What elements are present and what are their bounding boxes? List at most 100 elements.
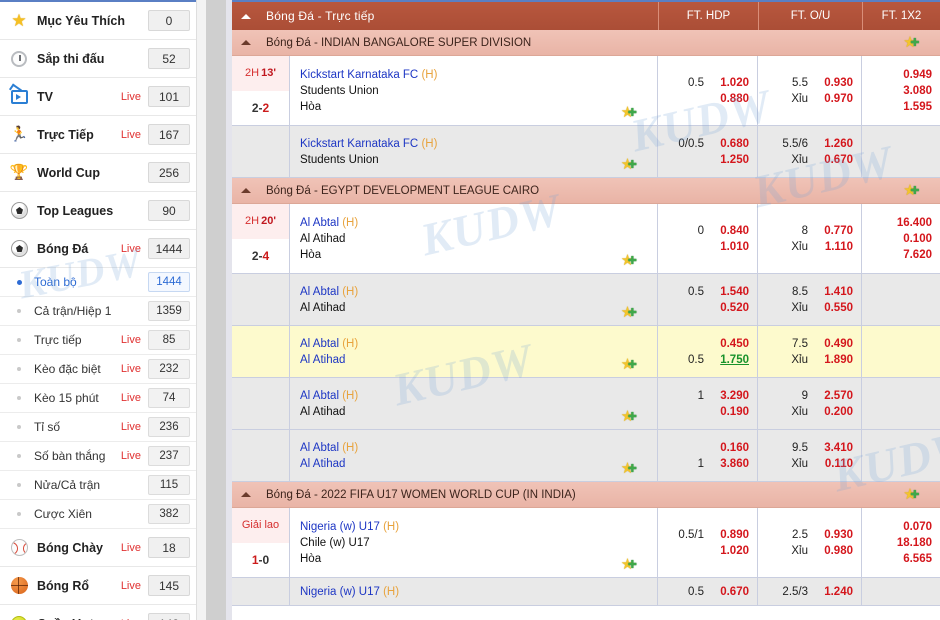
add-match-favorite-icon[interactable]: ★ ✚ [621,253,637,268]
add-match-favorite-icon[interactable]: ★ ✚ [621,105,637,120]
add-match-favorite-icon[interactable]: ★ ✚ [621,357,637,372]
odd-line[interactable]: 1.020 [662,543,749,559]
odds-value[interactable]: 0.550 [815,300,853,316]
add-match-favorite-icon[interactable]: ★ ✚ [621,409,637,424]
league-collapse-toggle[interactable] [232,492,260,497]
away-team-name[interactable]: Students Union [300,152,598,168]
odd-line[interactable]: 2.5/3 1.240 [762,584,853,600]
sidebar-item-1[interactable]: Sắp thi đấu 52 [0,40,196,78]
sidebar-item-5[interactable]: Top Leagues 90 [0,192,196,230]
odds-value[interactable]: 0.100 [894,231,932,247]
odd-line[interactable]: Xỉu 1.110 [762,239,853,255]
sidebar-scrollbar-gutter[interactable] [196,0,232,620]
sidebar-subitem-6[interactable]: Số bàn thắng Live 237 [0,442,196,471]
match-row[interactable]: Giải lao 1 -0 Nigeria (w) U17 (H) Chile (w) … [232,508,940,578]
add-match-favorite-icon[interactable]: ★ ✚ [621,305,637,320]
odds-value[interactable]: 0.520 [711,300,749,316]
home-team-name[interactable]: Al Abtal (H) [300,284,598,300]
sidebar-subitem-1[interactable]: Cả trận/Hiệp 1 1359 [0,297,196,326]
odd-line[interactable]: 0.520 [662,300,749,316]
odd-line[interactable]: 0.949 [866,67,932,83]
odd-line[interactable]: 0.160 [662,440,749,456]
sidebar-subitem-4[interactable]: Kèo 15 phút Live 74 [0,384,196,413]
odd-line[interactable]: 0.070 [866,519,932,535]
odds-value[interactable]: 0.930 [815,75,853,91]
odds-value[interactable]: 0.880 [711,91,749,107]
odd-line[interactable]: 5.5 0.930 [762,75,853,91]
add-match-favorite-icon[interactable]: ★ ✚ [621,461,637,476]
odds-value[interactable]: 0.190 [711,404,749,420]
odd-line[interactable]: 0.5 1.020 [662,75,749,91]
league-header[interactable]: Bóng Đá - 2022 FIFA U17 WOMEN WORLD CUP … [232,482,940,508]
add-league-favorite-icon[interactable]: ★ ✚ [903,35,919,50]
odd-line[interactable]: Xỉu 0.200 [762,404,853,420]
add-match-favorite-icon[interactable]: ★ ✚ [621,157,637,172]
odds-value[interactable]: 1.540 [711,284,749,300]
odds-value[interactable]: 1.110 [815,239,853,255]
odds-value[interactable]: 1.020 [711,543,749,559]
home-team-name[interactable]: Al Abtal (H) [300,336,598,352]
home-team-name[interactable]: Kickstart Karnataka FC (H) [300,67,598,83]
odds-value[interactable]: 0.490 [815,336,853,352]
odds-value[interactable]: 3.410 [815,440,853,456]
odds-value[interactable]: 0.070 [894,519,932,535]
odd-line[interactable]: 0.5 0.670 [662,584,749,600]
sidebar-item-6[interactable]: Bóng Đá Live 1444 [0,230,196,268]
match-row[interactable]: Nigeria (w) U17 (H) 0.5 0.670 2.5/3 1.240 [232,578,940,606]
odds-value[interactable]: 0.670 [815,152,853,168]
odd-line[interactable]: 0.450 [662,336,749,352]
draw-label[interactable]: Hòa [300,247,598,263]
odds-value[interactable]: 3.080 [894,83,932,99]
odds-value[interactable]: 0.670 [711,584,749,600]
home-team-name[interactable]: Nigeria (w) U17 (H) [300,584,598,600]
odds-value[interactable]: 7.620 [894,247,932,263]
sidebar-subitem-7[interactable]: Nửa/Cả trận 115 [0,471,196,500]
odds-value[interactable]: 1.010 [711,239,749,255]
odds-value[interactable]: 16.400 [894,215,932,231]
match-row[interactable]: Al Abtal (H) Al Atihad ★ ✚ 0.5 1.540 0.520 8.5 1… [232,274,940,326]
odd-line[interactable]: 0 0.840 [662,223,749,239]
odds-value[interactable]: 0.890 [711,527,749,543]
league-collapse-toggle[interactable] [232,188,260,193]
home-team-name[interactable]: Al Abtal (H) [300,215,598,231]
odds-value[interactable]: 0.200 [815,404,853,420]
odd-line[interactable]: 0.5 1.540 [662,284,749,300]
odds-value[interactable]: 1.250 [711,152,749,168]
column-header-ou[interactable]: FT. O/U [758,2,862,30]
home-team-name[interactable]: Al Abtal (H) [300,440,598,456]
match-row[interactable]: Al Abtal (H) Al Atihad ★ ✚ 0.160 1 3.860 9.5 3.4… [232,430,940,482]
odd-line[interactable]: 0.190 [662,404,749,420]
odds-value[interactable]: 1.020 [711,75,749,91]
odds-value[interactable]: 1.890 [815,352,853,368]
sidebar-subitem-8[interactable]: Cược Xiên 382 [0,500,196,529]
odds-value[interactable]: 0.930 [815,527,853,543]
odds-value[interactable]: 6.565 [894,551,932,567]
match-row[interactable]: Al Abtal (H) Al Atihad ★ ✚ 1 3.290 0.190 9 2.570… [232,378,940,430]
odd-line[interactable]: 0.5/1 0.890 [662,527,749,543]
odd-line[interactable]: Xỉu 0.110 [762,456,853,472]
odd-line[interactable]: Xỉu 0.550 [762,300,853,316]
odds-value[interactable]: 0.680 [711,136,749,152]
odd-line[interactable]: 7.620 [866,247,932,263]
odd-line[interactable]: 1 3.860 [662,456,749,472]
odd-line[interactable]: 1 3.290 [662,388,749,404]
odd-line[interactable]: 1.010 [662,239,749,255]
odds-value[interactable]: 3.290 [711,388,749,404]
match-row[interactable]: 2H 20' 2- 4 Al Abtal (H) Al Atihad Hòa ★ ✚ 0 0.84… [232,204,940,274]
odd-line[interactable]: 3.080 [866,83,932,99]
match-row[interactable]: Al Abtal (H) Al Atihad ★ ✚ 0.450 0.5 1.750 7.5 0… [232,326,940,378]
away-team-name[interactable]: Al Atihad [300,404,598,420]
odds-value[interactable]: 1.750 [711,352,749,368]
odds-value[interactable]: 2.570 [815,388,853,404]
sidebar-item-sport-0[interactable]: Bóng Chày Live 18 [0,529,196,567]
match-row[interactable]: Kickstart Karnataka FC (H) Students Union… [232,126,940,178]
odds-value[interactable]: 0.970 [815,91,853,107]
odd-line[interactable]: 6.565 [866,551,932,567]
odd-line[interactable]: 0.880 [662,91,749,107]
odd-line[interactable]: 0.100 [866,231,932,247]
sidebar-item-4[interactable]: 🏆 World Cup 256 [0,154,196,192]
odd-line[interactable]: Xỉu 1.890 [762,352,853,368]
league-header[interactable]: Bóng Đá - INDIAN BANGALORE SUPER DIVISIO… [232,30,940,56]
odds-value[interactable]: 1.410 [815,284,853,300]
add-league-favorite-icon[interactable]: ★ ✚ [903,487,919,502]
